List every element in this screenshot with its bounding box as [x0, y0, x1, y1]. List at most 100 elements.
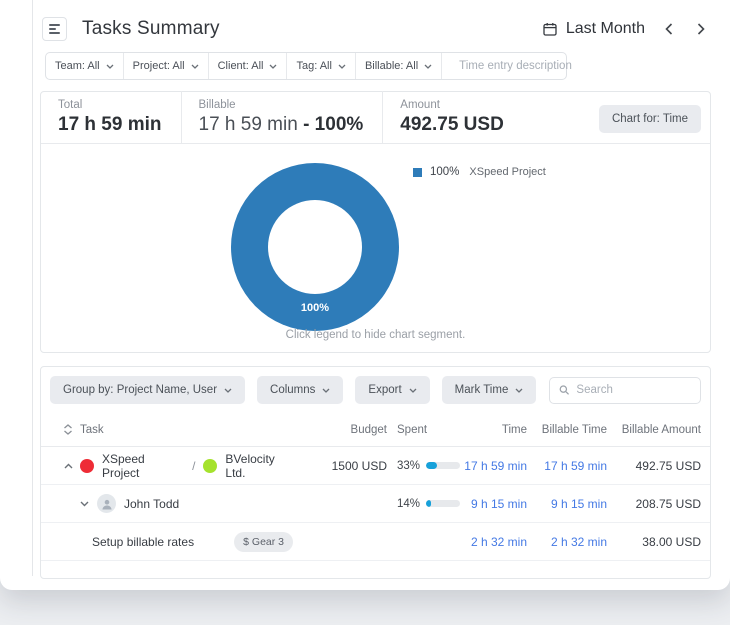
chevron-left-icon[interactable] [665, 23, 673, 35]
legend-label: XSpeed Project [469, 166, 546, 178]
stat-total-value: 17 h 59 min [58, 114, 162, 135]
table-row-project[interactable]: XSpeed Project / BVelocity Ltd. 1500 USD… [41, 447, 710, 485]
list-menu-icon [49, 24, 60, 34]
filter-tag-label: Tag: All [296, 60, 332, 72]
chevron-down-icon[interactable] [80, 501, 89, 507]
filter-team-label: Team: All [55, 60, 100, 72]
chevron-right-icon[interactable] [697, 23, 705, 35]
chevron-down-icon [224, 388, 232, 393]
stat-amount-value: 492.75 USD [400, 114, 504, 135]
time-value[interactable]: 17 h 59 min [461, 459, 527, 473]
user-name[interactable]: John Todd [124, 497, 179, 511]
sidebar-edge-divider [32, 0, 33, 576]
mark-time-button[interactable]: Mark Time [441, 376, 537, 404]
table-toolbar: Group by: Project Name, User Columns Exp… [41, 367, 710, 413]
project-name[interactable]: XSpeed Project [102, 452, 184, 480]
project-client-cell: XSpeed Project / BVelocity Ltd. [80, 452, 297, 480]
filter-project[interactable]: Project: All [124, 53, 209, 79]
donut-chart-area: 100% 100% XSpeed Project Click legend to… [41, 144, 710, 352]
spent-percent: 14% [397, 497, 421, 510]
filter-client[interactable]: Client: All [209, 53, 288, 79]
table-row-user[interactable]: John Todd 14% 9 h 15 min 9 h 15 min 208.… [41, 485, 710, 523]
header-task[interactable]: Task [80, 424, 297, 436]
spent-percent: 33% [397, 459, 421, 472]
chart-legend-item[interactable]: 100% XSpeed Project [413, 166, 546, 178]
donut-chart[interactable]: 100% [231, 163, 399, 331]
time-value[interactable]: 2 h 32 min [461, 535, 527, 549]
billable-time-value[interactable]: 9 h 15 min [527, 497, 607, 511]
table-search-input[interactable] [576, 384, 691, 396]
chevron-up-icon[interactable] [56, 463, 80, 469]
billable-time-value[interactable]: 2 h 32 min [527, 535, 607, 549]
collapse-all-icon[interactable] [56, 424, 80, 435]
columns-label: Columns [270, 384, 316, 396]
stat-billable-value: 17 h 59 min - 100% [198, 114, 364, 135]
chevron-down-icon [338, 64, 346, 69]
time-value[interactable]: 9 h 15 min [461, 497, 527, 511]
filter-team[interactable]: Team: All [46, 53, 124, 79]
mark-time-label: Mark Time [454, 384, 509, 396]
description-search [442, 53, 614, 79]
stat-amount-label: Amount [400, 99, 440, 111]
billable-amount-value: 38.00 USD [642, 534, 701, 549]
client-color-dot [203, 458, 218, 473]
task-name[interactable]: Setup billable rates [92, 535, 194, 549]
report-menu-button[interactable] [42, 17, 67, 41]
columns-button[interactable]: Columns [257, 376, 344, 404]
header-time[interactable]: Time [461, 424, 527, 436]
chart-for-button[interactable]: Chart for: Time [598, 105, 701, 133]
filter-tag[interactable]: Tag: All [287, 53, 356, 79]
user-cell: John Todd [80, 494, 297, 513]
chevron-down-icon [424, 64, 432, 69]
header-billable-amount[interactable]: Billable Amount [607, 424, 701, 436]
client-name[interactable]: BVelocity Ltd. [225, 452, 297, 480]
date-range-picker[interactable]: Last Month [543, 20, 645, 38]
filter-billable[interactable]: Billable: All [356, 53, 443, 79]
chevron-down-icon [515, 388, 523, 393]
stat-total: Total 17 h 59 min [41, 91, 181, 144]
tag-badge[interactable]: $ Gear 3 [234, 531, 293, 552]
group-by-button[interactable]: Group by: Project Name, User [50, 376, 246, 404]
project-client-separator: / [192, 458, 196, 473]
header-billable-time[interactable]: Billable Time [527, 424, 607, 436]
task-cell: Setup billable rates $ Gear 3 [80, 531, 297, 552]
spent-cell: 33% [387, 460, 461, 472]
user-avatar [97, 494, 116, 513]
spent-cell: 14% [387, 498, 461, 510]
main-content: Tasks Summary Last Month Team: All Proje… [40, 0, 711, 590]
chevron-down-icon [322, 388, 330, 393]
legend-percent: 100% [430, 166, 460, 178]
chevron-down-icon [106, 64, 114, 69]
filter-billable-label: Billable: All [364, 60, 419, 72]
stat-billable: Billable 17 h 59 min - 100% [180, 91, 383, 144]
page-title: Tasks Summary [82, 18, 220, 39]
chevron-down-icon [270, 64, 277, 69]
chevron-down-icon [191, 64, 199, 69]
calendar-icon [543, 22, 557, 36]
stat-total-label: Total [58, 99, 83, 111]
spent-progress-bar [426, 500, 461, 507]
table-search [549, 376, 701, 404]
header-budget[interactable]: Budget [297, 424, 387, 436]
group-by-label: Group by: Project Name, User [63, 384, 218, 396]
project-color-dot [80, 458, 94, 473]
export-button[interactable]: Export [355, 376, 430, 404]
budget-value: 1500 USD [331, 458, 387, 473]
donut-hole [268, 200, 362, 294]
filter-project-label: Project: All [132, 60, 185, 72]
chart-caption: Click legend to hide chart segment. [285, 329, 466, 341]
table-row-task[interactable]: Setup billable rates $ Gear 3 2 h 32 min… [41, 523, 710, 561]
summary-card: Total 17 h 59 min Billable 17 h 59 min -… [40, 91, 711, 353]
app-window: Tasks Summary Last Month Team: All Proje… [0, 0, 730, 590]
table-header-row: Task Budget Spent Time Billable Time Bil… [41, 413, 710, 447]
header-spent[interactable]: Spent [387, 424, 461, 436]
billable-amount-value: 492.75 USD [635, 458, 701, 473]
description-search-input[interactable] [459, 60, 614, 72]
billable-time-value[interactable]: 17 h 59 min [527, 459, 607, 473]
stat-amount: Amount 492.75 USD [382, 91, 523, 144]
legend-swatch [413, 167, 422, 177]
export-label: Export [368, 384, 402, 396]
spent-progress-fill [426, 500, 431, 507]
search-icon [559, 385, 569, 395]
page-header: Tasks Summary Last Month [40, 14, 711, 44]
